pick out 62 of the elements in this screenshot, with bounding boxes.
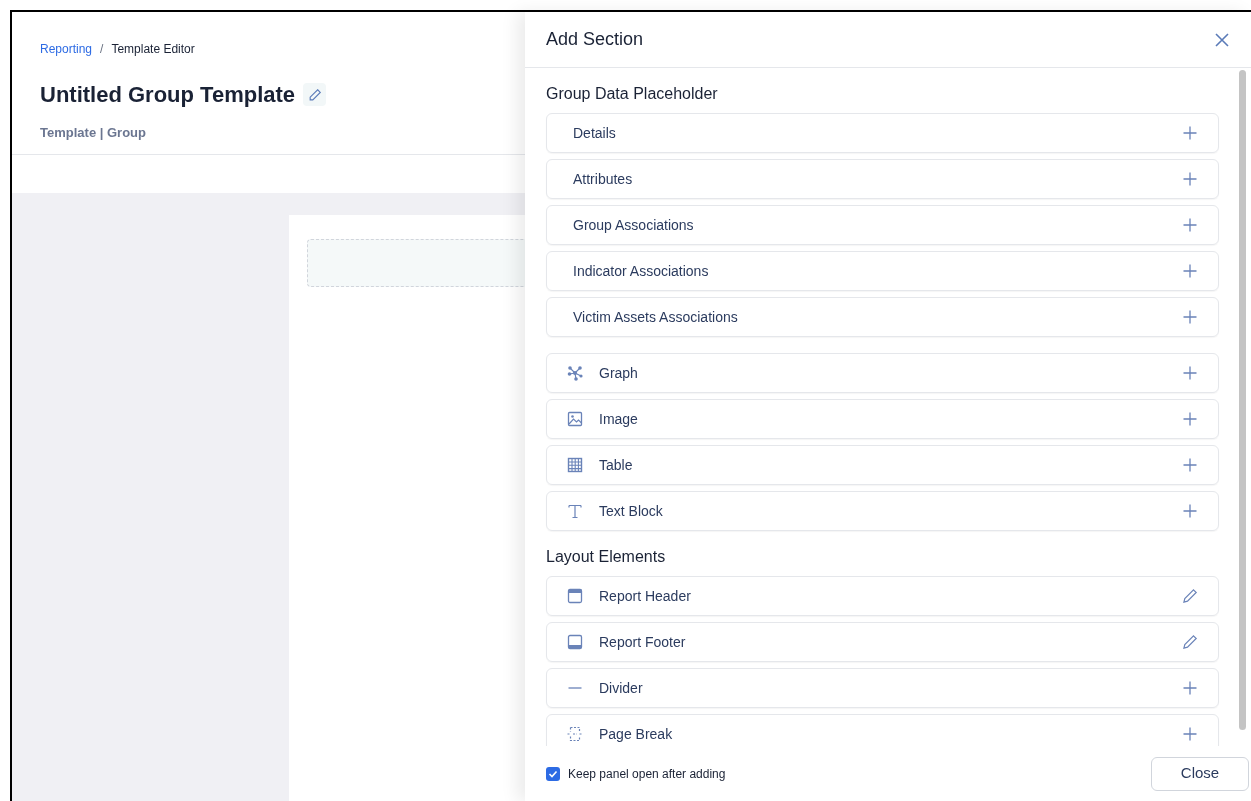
section-option[interactable]: Text Block [546, 491, 1219, 531]
option-label: Report Header [599, 586, 692, 606]
section-option[interactable]: Group Associations [546, 205, 1219, 245]
close-icon[interactable] [1214, 31, 1230, 48]
add-icon[interactable] [1182, 411, 1198, 427]
section-option[interactable]: Attributes [546, 159, 1219, 199]
option-label: Report Footer [599, 632, 687, 652]
option-label: Attributes [573, 169, 634, 189]
template-type: Template | Group [40, 124, 146, 142]
option-label: Group Associations [573, 215, 695, 235]
add-icon[interactable] [1182, 680, 1198, 696]
edit-title-button[interactable] [303, 83, 327, 106]
breadcrumb-current: Template Editor [111, 41, 195, 58]
minus-icon [567, 687, 583, 689]
add-icon[interactable] [1182, 171, 1198, 187]
option-label: Graph [599, 363, 639, 383]
footer-icon [567, 634, 583, 650]
section-option[interactable]: Graph [546, 353, 1219, 393]
option-label: Image [599, 409, 639, 429]
add-icon[interactable] [1182, 365, 1198, 381]
option-label: Text Block [599, 501, 664, 521]
close-button[interactable]: Close [1151, 756, 1249, 791]
section-option[interactable]: Indicator Associations [546, 251, 1219, 291]
table-icon [567, 457, 583, 473]
check-icon [548, 768, 558, 779]
image-icon [567, 411, 583, 427]
breadcrumb-separator: / [100, 41, 104, 58]
add-icon[interactable] [1182, 125, 1198, 141]
add-icon[interactable] [1182, 457, 1198, 473]
panel-title: Add Section [546, 28, 644, 51]
option-label: Page Break [599, 724, 674, 744]
add-icon[interactable] [1182, 309, 1198, 325]
section-option[interactable]: Details [546, 113, 1219, 153]
scrollbar[interactable] [1239, 70, 1246, 730]
section-heading: Layout Elements [546, 547, 667, 567]
section-option[interactable]: Report Header [546, 576, 1219, 616]
graph-icon [567, 365, 583, 381]
keep-open-checkbox[interactable] [546, 766, 560, 781]
add-icon[interactable] [1182, 503, 1198, 519]
section-option[interactable]: Table [546, 445, 1219, 485]
keep-open-label: Keep panel open after adding [568, 765, 726, 783]
header-icon [567, 588, 583, 604]
option-label: Table [599, 455, 634, 475]
section-option[interactable]: Victim Assets Associations [546, 297, 1219, 337]
add-icon[interactable] [1182, 217, 1198, 233]
option-label: Divider [599, 678, 644, 698]
section-option[interactable]: Image [546, 399, 1219, 439]
option-label: Victim Assets Associations [573, 307, 739, 327]
pencil-icon [307, 87, 322, 102]
section-option[interactable]: Divider [546, 668, 1219, 708]
pencil-icon[interactable] [1182, 588, 1198, 604]
section-heading: Group Data Placeholder [546, 84, 719, 104]
page-title: Untitled Group Template [40, 81, 296, 109]
breadcrumb-link[interactable]: Reporting [40, 40, 93, 58]
text-icon [567, 503, 583, 519]
add-icon[interactable] [1182, 726, 1198, 742]
section-option[interactable]: Report Footer [546, 622, 1219, 662]
option-label: Details [573, 123, 617, 143]
option-label: Indicator Associations [573, 261, 710, 281]
page-break-icon [567, 726, 583, 742]
pencil-icon[interactable] [1182, 634, 1198, 650]
add-icon[interactable] [1182, 263, 1198, 279]
